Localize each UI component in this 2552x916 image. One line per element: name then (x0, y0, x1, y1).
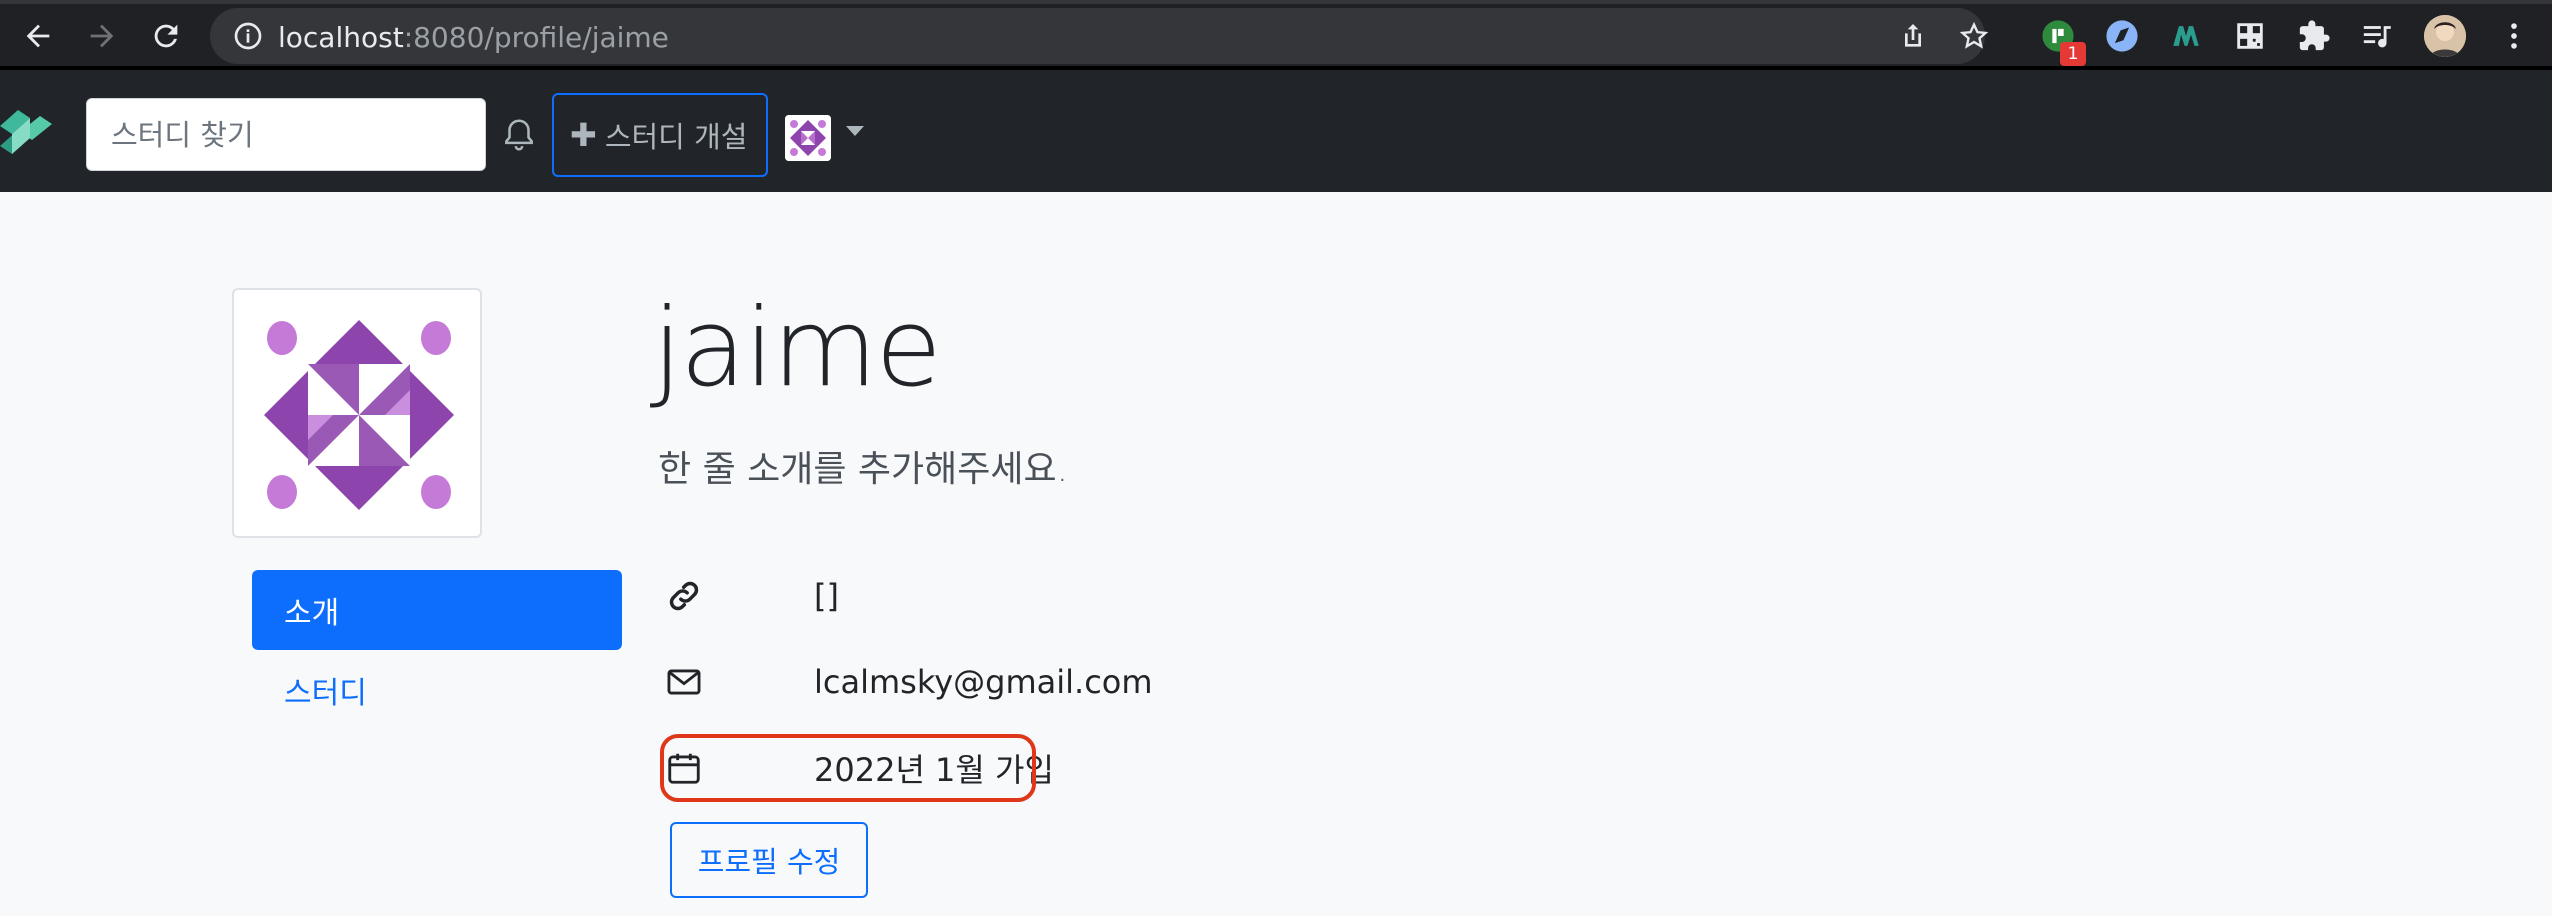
info-row-url: [] (662, 566, 839, 626)
tab-intro[interactable]: 소개 (252, 570, 622, 650)
profile-bio: 한 줄 소개를 추가해주세요. (658, 449, 1069, 490)
browser-chrome: localhost:8080/profile/jaime 1 (0, 0, 2552, 70)
bell-icon[interactable] (500, 116, 538, 154)
more-vert-icon (2511, 23, 2517, 49)
url-path: :8080/profile/jaime (403, 21, 669, 54)
media-queue-icon[interactable] (2360, 18, 2396, 54)
highlight-annotation (660, 734, 1036, 802)
address-bar[interactable]: localhost:8080/profile/jaime (210, 8, 1989, 64)
forward-button[interactable] (80, 14, 124, 58)
url-text: localhost:8080/profile/jaime (278, 21, 669, 54)
tab-study[interactable]: 스터디 (252, 650, 622, 730)
user-avatar[interactable] (785, 115, 831, 161)
profile-email: lcalmsky@gmail.com (814, 663, 1153, 701)
info-icon[interactable] (232, 20, 264, 52)
url-host: localhost (278, 21, 404, 54)
profile-avatar-icon[interactable] (2424, 15, 2466, 57)
reload-icon (154, 24, 178, 48)
app-navbar: ✚ 스터디 개설 (0, 70, 2552, 192)
star-icon[interactable] (1958, 20, 1990, 52)
profile-username: jaime (652, 286, 942, 411)
envelope-icon (662, 660, 706, 704)
extension-compass-icon[interactable] (2104, 18, 2140, 54)
qr-code-icon[interactable] (2232, 18, 2268, 54)
arrow-left-icon (26, 24, 50, 48)
back-button[interactable] (16, 14, 60, 58)
create-study-button[interactable]: ✚ 스터디 개설 (552, 93, 768, 177)
browser-menu-button[interactable] (2492, 14, 2536, 58)
edit-profile-button[interactable]: 프로필 수정 (670, 822, 868, 898)
arrow-right-icon (90, 24, 114, 48)
extension-m-icon[interactable] (2168, 18, 2204, 54)
study-search-input[interactable] (86, 98, 486, 171)
extension-badge: 1 (2060, 42, 2086, 66)
info-row-email: lcalmsky@gmail.com (662, 652, 1153, 712)
chevron-down-icon[interactable] (846, 126, 864, 136)
plus-icon: ✚ (570, 116, 597, 154)
profile-url: [] (814, 577, 839, 615)
link-icon (662, 574, 706, 618)
share-icon[interactable] (1897, 20, 1929, 52)
brand-logo-icon[interactable] (0, 104, 54, 162)
puzzle-icon[interactable] (2296, 18, 2332, 54)
chrome-top-line (0, 0, 2552, 4)
reload-button[interactable] (144, 14, 188, 58)
profile-identicon (232, 288, 482, 538)
create-study-label: 스터디 개설 (604, 120, 748, 154)
